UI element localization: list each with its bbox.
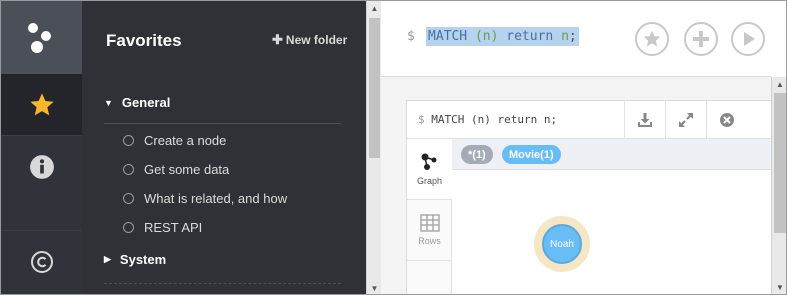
new-folder-button[interactable]: ✚ New folder xyxy=(272,32,347,48)
label-pill-all[interactable]: *(1) xyxy=(461,145,493,164)
tab-rows[interactable]: Rows xyxy=(407,200,452,261)
new-folder-label: New folder xyxy=(285,33,348,47)
favorite-label: What is related, and how xyxy=(144,191,288,206)
editor-prompt: $ xyxy=(407,29,415,44)
logo-icon xyxy=(27,22,51,53)
caret-right-icon: ▶ xyxy=(104,254,111,264)
download-icon xyxy=(638,113,652,127)
scroll-thumb[interactable] xyxy=(369,18,380,158)
view-tabs: Graph Rows xyxy=(407,139,452,294)
graph-canvas[interactable]: Noah xyxy=(452,171,773,294)
circle-icon xyxy=(123,222,134,233)
circle-icon xyxy=(123,164,134,175)
main-scrollbar[interactable]: ▲ ▼ xyxy=(771,77,786,294)
run-button[interactable] xyxy=(731,22,765,56)
caret-down-icon: ▼ xyxy=(104,97,113,108)
divider xyxy=(104,123,341,124)
result-query-text: MATCH (n) return n; xyxy=(431,113,558,126)
close-icon xyxy=(720,113,734,127)
play-icon xyxy=(744,32,755,46)
plus-icon: ✚ xyxy=(272,32,283,47)
tab-label: Rows xyxy=(418,236,441,246)
folder-general[interactable]: ▼ General xyxy=(104,95,170,110)
expand-icon xyxy=(679,113,693,127)
favorites-tab[interactable] xyxy=(1,74,82,135)
about-tab[interactable] xyxy=(1,230,82,292)
scroll-up-icon[interactable]: ▲ xyxy=(367,1,382,15)
circle-icon xyxy=(123,193,134,204)
favorite-item[interactable]: Get some data xyxy=(123,162,229,177)
scroll-down-icon[interactable]: ▼ xyxy=(367,281,382,294)
favorite-label: REST API xyxy=(144,220,203,235)
favorite-label: Get some data xyxy=(144,162,230,177)
favorite-item[interactable]: REST API xyxy=(123,220,202,235)
folder-label: System xyxy=(119,252,167,267)
label-pill-movie[interactable]: Movie(1) xyxy=(502,145,561,164)
node-caption: Noah xyxy=(542,224,582,264)
divider xyxy=(104,283,341,284)
table-icon xyxy=(419,214,440,232)
scroll-thumb[interactable] xyxy=(774,93,786,233)
graph-icon xyxy=(421,153,436,170)
close-button[interactable] xyxy=(706,101,747,139)
star-icon xyxy=(643,30,661,47)
scroll-up-icon[interactable]: ▲ xyxy=(772,77,786,91)
graph-node[interactable]: Noah xyxy=(534,216,590,272)
result-header: $ MATCH (n) return n; xyxy=(407,101,773,139)
expand-button[interactable] xyxy=(665,101,706,139)
icon-rail xyxy=(1,1,82,294)
favorites-drawer: Favorites ✚ New folder ▼ General Create a… xyxy=(82,1,366,294)
query-keyword: MATCH xyxy=(428,29,468,44)
star-icon xyxy=(29,92,54,115)
folder-system[interactable]: ▶ System xyxy=(104,252,166,267)
tab-label: Graph xyxy=(416,176,442,186)
spacer xyxy=(771,1,786,77)
browser-window: Favorites ✚ New folder ▼ General Create a… xyxy=(0,0,787,295)
scroll-down-icon[interactable]: ▼ xyxy=(772,280,786,294)
query-variable: n xyxy=(561,29,569,44)
query-terminator: ; xyxy=(568,29,577,44)
circle-icon xyxy=(123,135,134,146)
result-query[interactable]: $ MATCH (n) return n; xyxy=(418,113,557,126)
query-pattern: (n) xyxy=(474,29,499,44)
favorite-item[interactable]: What is related, and how xyxy=(123,191,287,206)
download-button[interactable] xyxy=(624,101,665,139)
tab-graph[interactable]: Graph xyxy=(407,139,452,200)
info-tab[interactable] xyxy=(1,135,82,197)
favorite-button[interactable] xyxy=(635,22,669,56)
result-prompt: $ xyxy=(418,113,425,126)
info-icon xyxy=(29,154,54,179)
label-legend: *(1) Movie(1) xyxy=(452,139,773,170)
query-keyword: return xyxy=(506,29,554,44)
drawer-title: Favorites xyxy=(106,31,182,50)
drawer-scrollbar[interactable]: ▲ ▼ xyxy=(366,1,382,294)
logo-button[interactable] xyxy=(1,1,82,74)
folder-label: General xyxy=(121,95,171,110)
editor-query[interactable]: MATCH (n) return n; xyxy=(426,27,579,46)
add-button[interactable] xyxy=(684,22,718,56)
plus-icon xyxy=(693,31,709,47)
favorite-item[interactable]: Create a node xyxy=(123,133,226,148)
copyright-icon xyxy=(30,250,53,273)
main-area: $ MATCH (n) return n; $ MATCH (n) return… xyxy=(381,1,773,294)
result-frame: $ MATCH (n) return n; Graph Rows *(1) Mo… xyxy=(406,100,773,294)
favorite-label: Create a node xyxy=(144,133,227,148)
query-editor[interactable]: $ MATCH (n) return n; xyxy=(381,1,771,77)
